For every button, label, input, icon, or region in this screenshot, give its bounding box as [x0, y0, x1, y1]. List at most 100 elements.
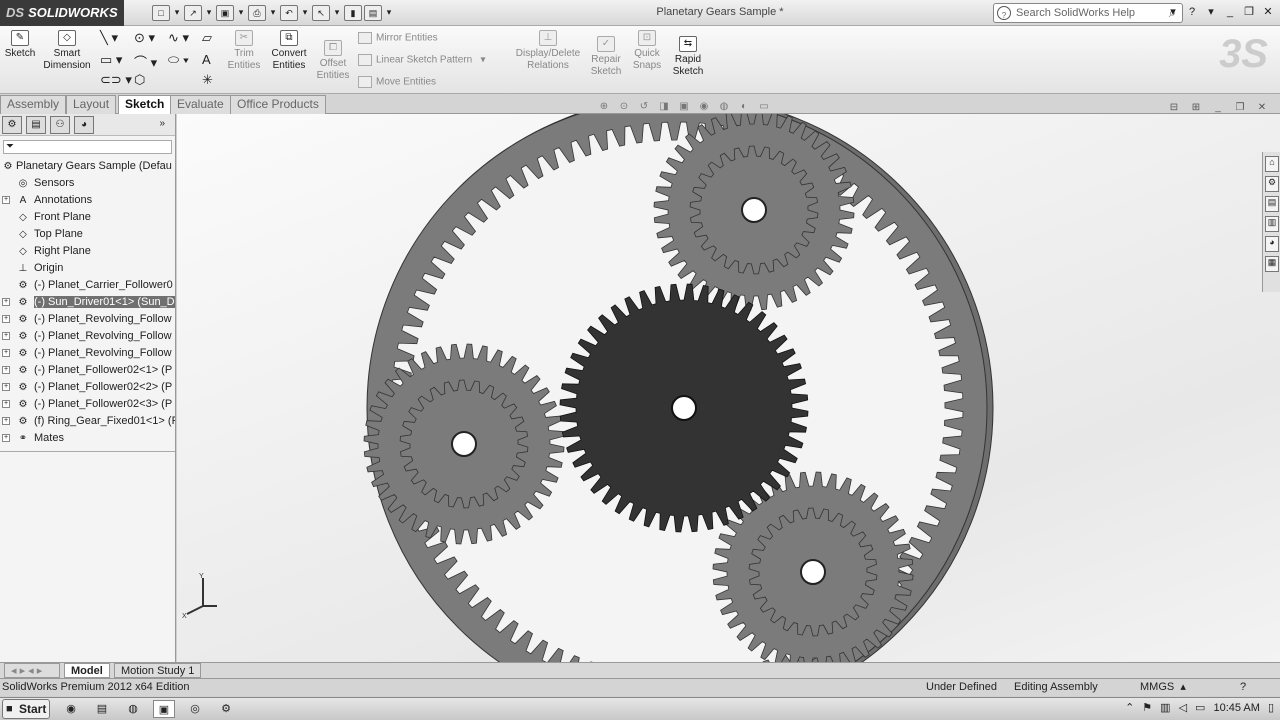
volume-icon[interactable]: ◁	[1179, 701, 1187, 714]
tray-expand-icon[interactable]: ⌃	[1125, 701, 1134, 714]
offset-entities-button[interactable]: ⧠ Offset Entities	[314, 40, 352, 82]
chevron-down-icon[interactable]: ▾	[1203, 4, 1219, 20]
polygon-tool-icon[interactable]: ⬡	[134, 72, 145, 88]
arc-tool-icon[interactable]: ⌒ ▾	[134, 52, 157, 71]
split-icon[interactable]: ⊞	[1188, 102, 1204, 116]
convert-entities-button[interactable]: ⧉ Convert Entities	[268, 30, 310, 72]
zoom-to-fit-icon[interactable]: ⊕	[596, 101, 612, 115]
planet-gear-bottom-right-bore[interactable]	[800, 559, 826, 585]
close-icon[interactable]: ✕	[1254, 102, 1270, 116]
mirror-entities-button[interactable]: Mirror Entities	[358, 32, 438, 44]
tab-sketch[interactable]: Sketch	[118, 95, 172, 114]
chevron-down-icon[interactable]: ▾	[384, 5, 394, 21]
slot-tool-icon[interactable]: ⊂⊃ ▾	[100, 72, 132, 88]
tree-item[interactable]: + ⚙ (f) Ring_Gear_Fixed01<1> (R	[0, 413, 175, 430]
new-document-icon[interactable]: □	[152, 5, 170, 21]
appearance-icon[interactable]: ◕	[1265, 236, 1279, 252]
text-tool-icon[interactable]: A	[202, 52, 211, 67]
custom-properties-icon[interactable]: ▦	[1265, 256, 1279, 272]
help-icon[interactable]: ?	[1184, 4, 1200, 20]
tree-item[interactable]: ◇ Right Plane	[0, 243, 175, 260]
tree-item[interactable]: + ⚙ (-) Planet_Revolving_Follow	[0, 328, 175, 345]
hide-show-icon[interactable]: ◍	[716, 101, 732, 115]
tab-assembly[interactable]: Assembly	[0, 95, 67, 114]
minimize-icon[interactable]: _	[1222, 4, 1238, 20]
tree-item[interactable]: ◇ Front Plane	[0, 209, 175, 226]
quick-snaps-button[interactable]: ⊡ Quick Snaps	[630, 30, 664, 72]
tree-filter-input[interactable]: ⏷	[3, 140, 172, 154]
units-selector[interactable]: MMGS ▴	[1140, 679, 1186, 696]
planet-gear-top-bore[interactable]	[741, 197, 767, 223]
zoom-area-icon[interactable]: ⊙	[616, 101, 632, 115]
circle-tool-icon[interactable]: ⊙ ▾	[134, 30, 155, 46]
tree-item[interactable]: + ⚭ Mates	[0, 430, 175, 447]
apply-scene-icon[interactable]: ▭	[756, 101, 772, 115]
chevron-down-icon[interactable]: ▾	[1165, 4, 1181, 20]
tree-item[interactable]: + ⚙ (-) Planet_Revolving_Follow	[0, 311, 175, 328]
tree-root[interactable]: ⚙ Planetary Gears Sample (Defau	[0, 158, 175, 175]
sketch-button[interactable]: ✎ Sketch	[4, 30, 36, 60]
property-manager-icon[interactable]: ▤	[26, 115, 46, 134]
undo-icon[interactable]: ↶	[280, 5, 298, 21]
solidworks-icon[interactable]: ▣	[153, 700, 175, 718]
open-icon[interactable]: ↗	[184, 5, 202, 21]
tab-scroll-controls[interactable]: ◂ ▸ ◂ ▸	[4, 663, 60, 678]
plane-tool-icon[interactable]: ▱	[202, 30, 212, 46]
display-delete-relations-button[interactable]: ⊥ Display/Delete Relations	[514, 30, 582, 72]
tab-office-products[interactable]: Office Products	[230, 95, 326, 114]
tree-item[interactable]: + ⚙ (-) Planet_Revolving_Follow	[0, 345, 175, 362]
tree-item[interactable]: + ⚙ (-) Planet_Follower02<2> (P	[0, 379, 175, 396]
chevron-down-icon[interactable]: ▾	[300, 5, 310, 21]
media-icon[interactable]: ◍	[122, 700, 144, 718]
expand-icon[interactable]: +	[2, 400, 10, 408]
chevron-down-icon[interactable]: ▾	[268, 5, 278, 21]
display-style-icon[interactable]: ◉	[696, 101, 712, 115]
edit-appearance-icon[interactable]: ◐	[736, 101, 752, 115]
explorer-icon[interactable]: ▤	[91, 700, 113, 718]
chevron-down-icon[interactable]: ▾	[172, 5, 182, 21]
start-button[interactable]: Start	[2, 699, 50, 719]
graphics-area[interactable]	[177, 114, 1280, 662]
chrome-icon[interactable]: ◎	[184, 700, 206, 718]
view-orientation-icon[interactable]: ▣	[676, 101, 692, 115]
print-icon[interactable]: ⎙	[248, 5, 266, 21]
sun-gear-bore[interactable]	[671, 395, 697, 421]
restore-icon[interactable]: ❐	[1232, 102, 1248, 116]
expand-icon[interactable]: +	[2, 434, 10, 442]
line-tool-icon[interactable]: ╲ ▾	[100, 30, 118, 46]
display-manager-icon[interactable]: ◕	[74, 115, 94, 134]
planetary-gear-model[interactable]	[177, 114, 1280, 662]
close-icon[interactable]: ✕	[1260, 4, 1276, 20]
tree-item[interactable]: + ⚙ (-) Planet_Follower02<1> (P	[0, 362, 175, 379]
chevron-down-icon[interactable]: ▾	[332, 5, 342, 21]
tree-item[interactable]: ⊥ Origin	[0, 260, 175, 277]
file-properties-icon[interactable]: ▤	[364, 5, 382, 21]
feature-tree-icon[interactable]: ⚙	[2, 115, 22, 134]
rapid-sketch-button[interactable]: ⇆ Rapid Sketch	[670, 36, 706, 78]
trim-entities-button[interactable]: ✂ Trim Entities	[226, 30, 262, 72]
rectangle-tool-icon[interactable]: ▭ ▾	[100, 52, 122, 68]
expand-icon[interactable]: +	[2, 417, 10, 425]
linear-sketch-pattern-button[interactable]: Linear Sketch Pattern ▾	[358, 54, 486, 66]
restore-icon[interactable]: ❐	[1241, 4, 1257, 20]
tree-item[interactable]: + ⚙ (-) Sun_Driver01<1> (Sun_D	[0, 294, 175, 311]
repair-sketch-button[interactable]: ✓ Repair Sketch	[586, 36, 626, 78]
explorer-icon[interactable]: ▥	[1265, 216, 1279, 232]
planet-gear-left-bore[interactable]	[451, 431, 477, 457]
display-icon[interactable]: ▭	[1195, 701, 1205, 714]
app-icon[interactable]: ⚙	[215, 700, 237, 718]
resources-icon[interactable]: ⚙	[1265, 176, 1279, 192]
help-icon[interactable]: ?	[1240, 679, 1246, 696]
tab-evaluate[interactable]: Evaluate	[170, 95, 231, 114]
expand-icon[interactable]: +	[2, 383, 10, 391]
tile-icon[interactable]: ⊟	[1166, 102, 1182, 116]
solidworks-logo[interactable]: DS SOLIDWORKS	[0, 0, 124, 26]
tab-motion-study[interactable]: Motion Study 1	[114, 663, 202, 678]
browser-icon[interactable]: ◉	[60, 700, 82, 718]
save-icon[interactable]: ▣	[216, 5, 234, 21]
home-icon[interactable]: ⌂	[1265, 156, 1279, 172]
point-tool-icon[interactable]: ✳	[202, 72, 213, 88]
chevron-down-icon[interactable]: ▾	[204, 5, 214, 21]
expand-icon[interactable]: +	[2, 366, 10, 374]
expand-icon[interactable]: +	[2, 349, 10, 357]
